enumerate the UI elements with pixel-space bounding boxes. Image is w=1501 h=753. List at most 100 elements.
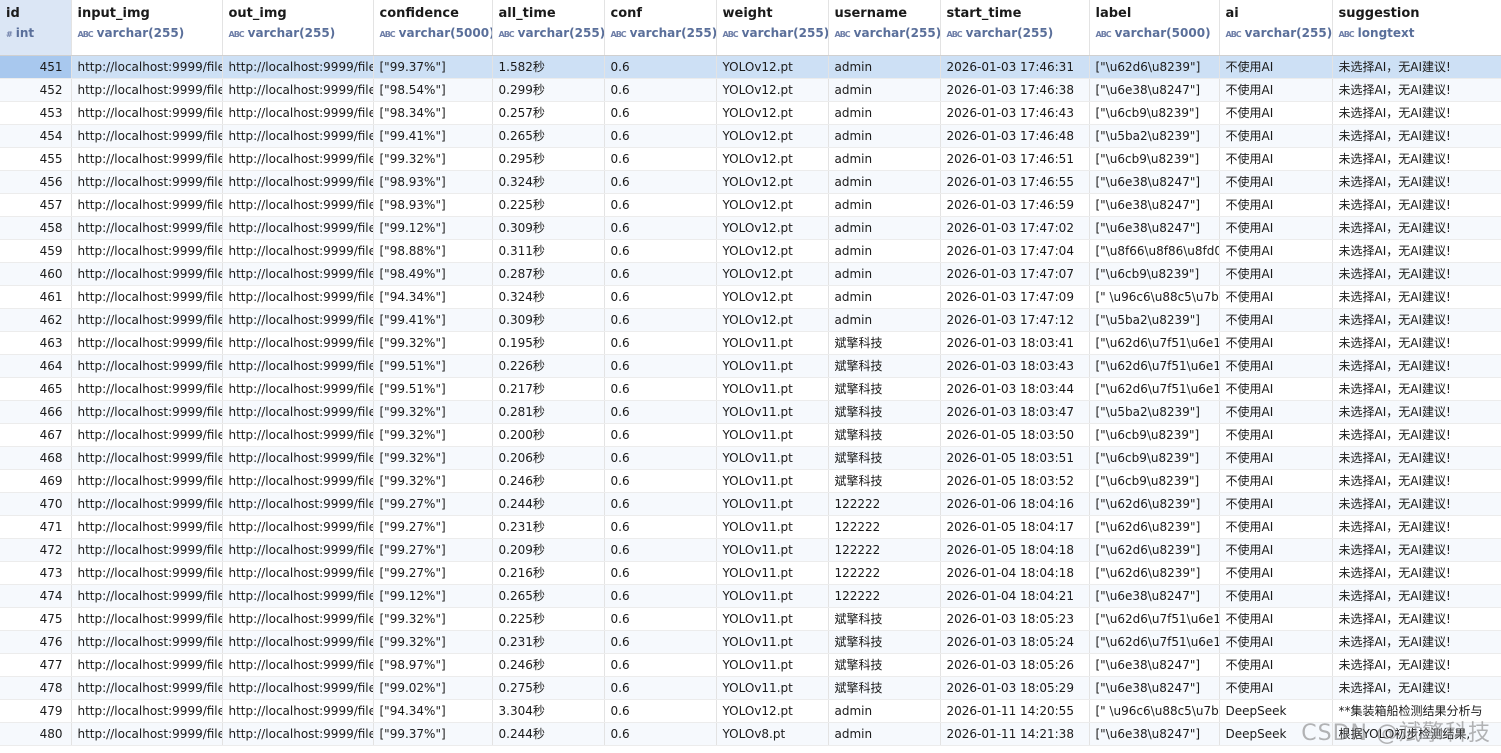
cell-ai[interactable]: 不使用AI [1219, 630, 1333, 654]
cell-confidence[interactable]: ["99.41%"] [373, 124, 493, 148]
cell-out-img[interactable]: http://localhost:9999/file [222, 308, 374, 332]
cell-id[interactable]: 468 [0, 446, 72, 470]
cell-id[interactable]: 458 [0, 216, 72, 240]
cell-confidence[interactable]: ["99.32%"] [373, 423, 493, 447]
cell-suggestion[interactable]: 未选择AI，无AI建议! [1332, 515, 1501, 539]
cell-ai[interactable]: 不使用AI [1219, 561, 1333, 585]
cell-username[interactable]: admin [828, 699, 941, 723]
cell-suggestion[interactable]: 未选择AI，无AI建议! [1332, 147, 1501, 171]
table-row[interactable]: 475 http://localhost:9999/file http://loca… [0, 607, 1501, 631]
cell-conf[interactable]: 0.6 [604, 423, 717, 447]
cell-suggestion[interactable]: 未选择AI，无AI建议! [1332, 170, 1501, 194]
cell-out-img[interactable]: http://localhost:9999/file [222, 285, 374, 309]
cell-conf[interactable]: 0.6 [604, 331, 717, 355]
cell-all-time[interactable]: 0.217秒 [492, 377, 605, 401]
cell-weight[interactable]: YOLOv11.pt [716, 469, 829, 493]
cell-id[interactable]: 466 [0, 400, 72, 424]
cell-ai[interactable]: 不使用AI [1219, 446, 1333, 470]
cell-suggestion[interactable]: 未选择AI，无AI建议! [1332, 607, 1501, 631]
cell-ai[interactable]: 不使用AI [1219, 308, 1333, 332]
cell-id[interactable]: 457 [0, 193, 72, 217]
cell-weight[interactable]: YOLOv12.pt [716, 78, 829, 102]
cell-start-time[interactable]: 2026-01-03 17:47:04 [940, 239, 1090, 263]
cell-confidence[interactable]: ["99.27%"] [373, 561, 493, 585]
cell-id[interactable]: 478 [0, 676, 72, 700]
table-row[interactable]: 458 http://localhost:9999/file http://loca… [0, 216, 1501, 240]
cell-input-img[interactable]: http://localhost:9999/file [71, 699, 223, 723]
cell-conf[interactable]: 0.6 [604, 653, 717, 677]
cell-weight[interactable]: YOLOv11.pt [716, 423, 829, 447]
cell-all-time[interactable]: 0.309秒 [492, 308, 605, 332]
cell-weight[interactable]: YOLOv12.pt [716, 699, 829, 723]
cell-out-img[interactable]: http://localhost:9999/file [222, 193, 374, 217]
cell-conf[interactable]: 0.6 [604, 285, 717, 309]
cell-username[interactable]: 斌擎科技 [828, 400, 941, 424]
table-row[interactable]: 473 http://localhost:9999/file http://loca… [0, 561, 1501, 585]
cell-ai[interactable]: 不使用AI [1219, 354, 1333, 378]
cell-suggestion[interactable]: 未选择AI，无AI建议! [1332, 78, 1501, 102]
cell-ai[interactable]: 不使用AI [1219, 216, 1333, 240]
cell-out-img[interactable]: http://localhost:9999/file [222, 446, 374, 470]
cell-confidence[interactable]: ["99.37%"] [373, 55, 493, 79]
table-row[interactable]: 464 http://localhost:9999/file http://loca… [0, 354, 1501, 378]
cell-start-time[interactable]: 2026-01-03 18:05:29 [940, 676, 1090, 700]
table-row[interactable]: 451 http://localhost:9999/file http://loca… [0, 55, 1501, 79]
cell-weight[interactable]: YOLOv11.pt [716, 653, 829, 677]
cell-out-img[interactable]: http://localhost:9999/file [222, 423, 374, 447]
cell-all-time[interactable]: 0.281秒 [492, 400, 605, 424]
cell-start-time[interactable]: 2026-01-03 17:47:02 [940, 216, 1090, 240]
cell-out-img[interactable]: http://localhost:9999/file [222, 55, 374, 79]
cell-username[interactable]: admin [828, 262, 941, 286]
column-header-start-time[interactable]: start_time ABC varchar(255) [940, 0, 1090, 56]
cell-start-time[interactable]: 2026-01-03 18:03:47 [940, 400, 1090, 424]
cell-out-img[interactable]: http://localhost:9999/file [222, 147, 374, 171]
cell-confidence[interactable]: ["99.32%"] [373, 630, 493, 654]
cell-id[interactable]: 474 [0, 584, 72, 608]
table-row[interactable]: 460 http://localhost:9999/file http://loca… [0, 262, 1501, 286]
cell-start-time[interactable]: 2026-01-03 17:47:09 [940, 285, 1090, 309]
cell-username[interactable]: 斌擎科技 [828, 469, 941, 493]
cell-username[interactable]: 122222 [828, 492, 941, 516]
cell-all-time[interactable]: 0.246秒 [492, 469, 605, 493]
cell-input-img[interactable]: http://localhost:9999/file [71, 469, 223, 493]
cell-input-img[interactable]: http://localhost:9999/file [71, 423, 223, 447]
cell-all-time[interactable]: 0.257秒 [492, 101, 605, 125]
cell-all-time[interactable]: 0.200秒 [492, 423, 605, 447]
cell-conf[interactable]: 0.6 [604, 216, 717, 240]
cell-out-img[interactable]: http://localhost:9999/file [222, 676, 374, 700]
column-header-all-time[interactable]: all_time ABC varchar(255) [492, 0, 605, 56]
cell-suggestion[interactable]: 未选择AI，无AI建议! [1332, 216, 1501, 240]
cell-conf[interactable]: 0.6 [604, 676, 717, 700]
cell-label[interactable]: ["\u62d6\u8239"] [1089, 55, 1220, 79]
cell-weight[interactable]: YOLOv12.pt [716, 55, 829, 79]
cell-suggestion[interactable]: 未选择AI，无AI建议! [1332, 469, 1501, 493]
cell-id[interactable]: 480 [0, 722, 72, 746]
cell-confidence[interactable]: ["99.32%"] [373, 446, 493, 470]
cell-input-img[interactable]: http://localhost:9999/file [71, 446, 223, 470]
cell-id[interactable]: 462 [0, 308, 72, 332]
cell-label[interactable]: ["\u6cb9\u8239"] [1089, 446, 1220, 470]
cell-start-time[interactable]: 2026-01-03 18:05:26 [940, 653, 1090, 677]
cell-confidence[interactable]: ["99.32%"] [373, 331, 493, 355]
cell-input-img[interactable]: http://localhost:9999/file [71, 515, 223, 539]
cell-all-time[interactable]: 0.287秒 [492, 262, 605, 286]
cell-suggestion[interactable]: **集装箱船检测结果分析与 [1332, 699, 1501, 723]
cell-input-img[interactable]: http://localhost:9999/file [71, 377, 223, 401]
cell-label[interactable]: ["\u6e38\u8247"] [1089, 78, 1220, 102]
cell-out-img[interactable]: http://localhost:9999/file [222, 469, 374, 493]
cell-conf[interactable]: 0.6 [604, 561, 717, 585]
cell-input-img[interactable]: http://localhost:9999/file [71, 285, 223, 309]
cell-start-time[interactable]: 2026-01-11 14:20:55 [940, 699, 1090, 723]
cell-label[interactable]: ["\u6cb9\u8239"] [1089, 469, 1220, 493]
cell-start-time[interactable]: 2026-01-11 14:21:38 [940, 722, 1090, 746]
cell-all-time[interactable]: 0.246秒 [492, 653, 605, 677]
cell-input-img[interactable]: http://localhost:9999/file [71, 676, 223, 700]
cell-id[interactable]: 463 [0, 331, 72, 355]
cell-start-time[interactable]: 2026-01-05 18:03:51 [940, 446, 1090, 470]
cell-suggestion[interactable]: 未选择AI，无AI建议! [1332, 400, 1501, 424]
cell-username[interactable]: 斌擎科技 [828, 630, 941, 654]
cell-out-img[interactable]: http://localhost:9999/file [222, 216, 374, 240]
cell-username[interactable]: 斌擎科技 [828, 607, 941, 631]
cell-confidence[interactable]: ["99.32%"] [373, 469, 493, 493]
cell-conf[interactable]: 0.6 [604, 584, 717, 608]
